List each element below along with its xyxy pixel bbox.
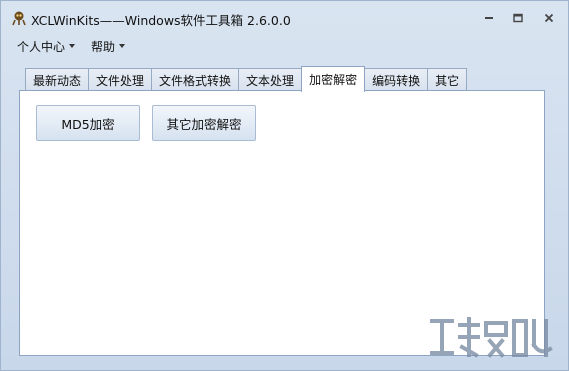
app-window: XCLWinKits——Windows软件工具箱 2.6.0.0 个人中心 帮助 <box>0 0 569 371</box>
maximize-icon <box>513 13 523 23</box>
title-bar[interactable]: XCLWinKits——Windows软件工具箱 2.6.0.0 <box>1 1 568 34</box>
close-button[interactable] <box>537 7 561 29</box>
tab-encrypt-decrypt[interactable]: 加密解密 <box>301 66 366 92</box>
menu-label: 个人中心 <box>17 39 66 54</box>
menu-bar: 个人中心 帮助 <box>9 37 133 55</box>
md5-encrypt-button[interactable]: MD5加密 <box>36 105 140 141</box>
chevron-down-icon <box>69 44 76 48</box>
site-watermark-logo <box>428 315 556 362</box>
tab-text-processing[interactable]: 文本处理 <box>238 68 303 91</box>
minimize-button[interactable] <box>477 7 501 29</box>
menu-label: 帮助 <box>91 39 116 54</box>
window-title: XCLWinKits——Windows软件工具箱 2.6.0.0 <box>31 13 291 28</box>
menu-personal-center[interactable]: 个人中心 <box>9 37 83 55</box>
tab-file-format-conversion[interactable]: 文件格式转换 <box>151 68 240 91</box>
tab-file-processing[interactable]: 文件处理 <box>88 68 153 91</box>
menu-help[interactable]: 帮助 <box>83 37 133 55</box>
tab-encoding-conversion[interactable]: 编码转换 <box>364 68 429 91</box>
tab-strip: 最新动态 文件处理 文件格式转换 文本处理 加密解密 编码转换 其它 <box>25 66 468 92</box>
tab-other[interactable]: 其它 <box>427 68 468 91</box>
chevron-down-icon <box>119 44 126 48</box>
minimize-icon <box>485 17 493 19</box>
tab-latest-news[interactable]: 最新动态 <box>25 68 90 91</box>
maximize-button[interactable] <box>506 7 530 29</box>
app-logo-icon <box>11 10 27 26</box>
close-icon <box>544 13 554 23</box>
other-encrypt-decrypt-button[interactable]: 其它加密解密 <box>152 105 256 141</box>
